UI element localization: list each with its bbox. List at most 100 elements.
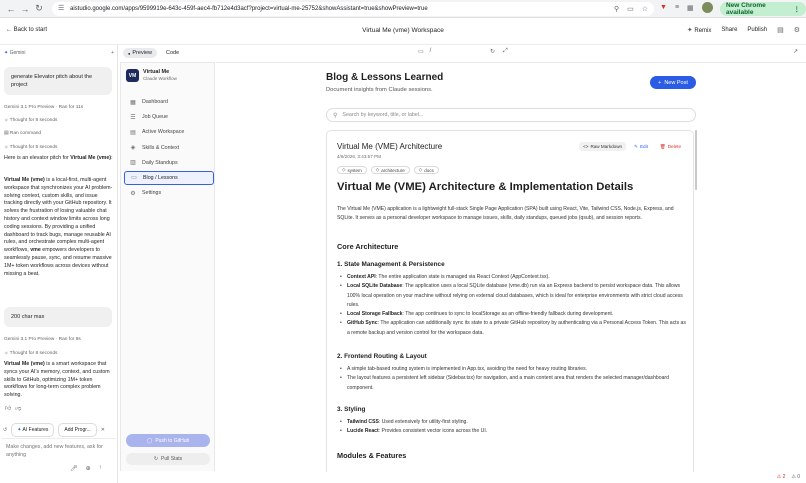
- composer-placeholder[interactable]: Make changes, add new features, ask for …: [6, 444, 106, 459]
- back-arrow-icon[interactable]: ←: [4, 2, 18, 16]
- reply1-body-text: is a local-first, multi-agent workspace …: [4, 177, 113, 254]
- publish-button[interactable]: Publish: [747, 27, 767, 33]
- sidebar-item-label: Daily Standups: [142, 159, 178, 166]
- list-item: Tailwind CSS: Used extensively for utili…: [337, 418, 689, 428]
- undo-icon[interactable]: ↺: [3, 427, 7, 433]
- error-count[interactable]: ⚠ 2: [777, 474, 786, 480]
- sidebar-item-job-queue[interactable]: ☰ Job Queue: [124, 110, 214, 124]
- refresh-preview-icon[interactable]: ↻: [490, 48, 495, 55]
- add-attachment-icon[interactable]: ⊕: [86, 465, 91, 472]
- assistant-reply-1-body: Virtual Me (vme) is a local-first, multi…: [4, 177, 114, 278]
- cast-icon[interactable]: ▭: [627, 5, 634, 13]
- browser-toolbar: ← → ↻ ☰ aistudio.google.com/apps/9599919…: [0, 0, 806, 18]
- ran-command-line[interactable]: ▤ Ran command: [4, 131, 41, 136]
- list-item-key: Context API: [347, 274, 376, 280]
- warning-count[interactable]: ⚠ 0: [791, 474, 800, 480]
- studio-header: ← Back to start Virtual Me (vme) Workspa…: [0, 18, 806, 45]
- edit-button[interactable]: ✎ Edit: [630, 142, 652, 151]
- settings-gear-icon[interactable]: ⚙: [794, 26, 800, 34]
- sidebar-item-blog-lessons[interactable]: ▭ Blog / Lessons: [124, 170, 214, 185]
- remix-button[interactable]: ✦ Remix: [687, 26, 712, 34]
- chip-ai-features[interactable]: ✦ AI Features: [11, 423, 55, 437]
- sidebar-item-skills-context[interactable]: ◈ Skills & Context: [124, 141, 214, 155]
- thumbs-up-icon[interactable]: 👍︎: [5, 404, 11, 412]
- tag-icon: ◇: [375, 167, 380, 172]
- reply1-body-product: Virtual Me (vme): [4, 177, 45, 183]
- new-post-button[interactable]: + New Post: [650, 76, 696, 89]
- meta1-model: Gemini 3.1 Pro Preview: [4, 105, 55, 110]
- thought2-text: Thought for 5 seconds: [9, 145, 58, 150]
- reply2-product: Virtual Me (vme): [4, 361, 45, 367]
- list-item: Local SQLite Database: The application u…: [337, 282, 689, 310]
- chat-composer[interactable]: Make changes, add new features, ask for …: [2, 438, 116, 478]
- calendar-icon: ▥: [130, 160, 136, 167]
- share-button[interactable]: Share: [721, 27, 737, 33]
- book-icon: ▭: [131, 175, 137, 182]
- thought-line-2[interactable]: ☼ Thought for 5 seconds: [4, 145, 57, 150]
- meta2-run: Ran for 8s: [58, 337, 81, 342]
- forward-arrow-icon[interactable]: →: [18, 2, 32, 16]
- sidebar-nav: ▦ Dashboard ☰ Job Queue ▤ Active Workspace ◈ Sk…: [124, 95, 214, 201]
- chrome-update-button[interactable]: New Chrome available ⋮: [720, 2, 806, 16]
- assistant-reply-2: Virtual Me (vme) is a smart workspace th…: [4, 361, 114, 400]
- sidebar-item-daily-standups[interactable]: ▥ Daily Standups: [124, 156, 214, 170]
- tab-code[interactable]: Code: [161, 48, 184, 58]
- profile-avatar[interactable]: [701, 2, 713, 13]
- sidebar-item-label: Job Queue: [142, 114, 168, 121]
- run-meta-2: Gemini 3.1 Pro Preview · Ran for 8s: [4, 337, 81, 342]
- code-icon: <>: [583, 144, 589, 149]
- microphone-icon[interactable]: 🎤︎: [70, 465, 78, 472]
- site-settings-icon[interactable]: ☰: [58, 5, 66, 13]
- list-item-key: GitHub Sync: [347, 320, 378, 327]
- pull-stats-button[interactable]: ↻ Pull Stats: [126, 453, 210, 465]
- tag-list: ◇ system ◇ architecture ◇ docs: [337, 166, 439, 174]
- run-meta-1: Gemini 3.1 Pro Preview · Ran for 11s: [4, 105, 84, 110]
- tag-badge[interactable]: ◇ system: [337, 166, 367, 174]
- reply1-product: Virtual Me (vme): [70, 155, 112, 161]
- deploy-icon[interactable]: ▤: [777, 26, 784, 34]
- sidebar-item-label: Settings: [142, 190, 162, 197]
- list-item-text: : Provides consistent vector icons acros…: [378, 428, 488, 435]
- raw-markdown-button[interactable]: <> Raw Markdown: [579, 142, 627, 151]
- close-icon[interactable]: ✕: [101, 427, 105, 433]
- sidebar-item-settings[interactable]: ⚙ Settings: [124, 186, 214, 200]
- search-icon: ⚲: [333, 112, 338, 119]
- article-scrollbar[interactable]: [695, 130, 697, 190]
- chip-add-program[interactable]: Add Progr...: [58, 423, 97, 437]
- preview-path[interactable]: /: [430, 48, 432, 55]
- reply1-body-vme: vme: [30, 247, 41, 254]
- send-arrow-icon[interactable]: ↑: [99, 465, 102, 472]
- fullscreen-icon[interactable]: ⤢: [503, 48, 508, 55]
- sidebar-item-active-workspace[interactable]: ▤ Active Workspace: [124, 125, 214, 139]
- thumbs-down-icon[interactable]: 👎︎: [15, 404, 21, 412]
- menu-lines-icon[interactable]: ≡: [675, 4, 679, 11]
- zoom-icon[interactable]: ⚲: [614, 5, 619, 13]
- user-prompt-2: 200 char max: [4, 307, 112, 327]
- sidebar-item-label: Skills & Context: [142, 144, 180, 151]
- new-chat-icon[interactable]: +: [111, 50, 114, 56]
- device-frame-icon[interactable]: ▭: [418, 48, 424, 55]
- push-to-github-button[interactable]: ◯ Push to GitHub: [126, 434, 210, 447]
- extensions-puzzle-icon[interactable]: ▦: [687, 4, 694, 12]
- section-3-list: Tailwind CSS: Used extensively for utili…: [337, 418, 689, 437]
- extension-icon[interactable]: ▼: [660, 4, 667, 11]
- thought-line-1[interactable]: ☼ Thought for 8 seconds: [4, 118, 57, 123]
- delete-button[interactable]: 🗑︎ Delete: [656, 142, 685, 151]
- gemini-spark-icon: ✦: [4, 50, 9, 56]
- bookmark-star-icon[interactable]: ☆: [642, 5, 648, 13]
- tab-preview[interactable]: ● Preview: [123, 48, 157, 58]
- search-input[interactable]: ⚲ Search by keyword, title, or label...: [326, 108, 696, 122]
- open-new-window-icon[interactable]: ↗: [793, 48, 798, 55]
- chrome-update-label: New Chrome available: [726, 2, 766, 16]
- tag-badge[interactable]: ◇ docs: [413, 166, 439, 174]
- article-heading: Virtual Me (VME) Architecture & Implemen…: [337, 181, 634, 193]
- thought-line-3[interactable]: ☼ Thought for 8 seconds: [4, 351, 57, 356]
- github-icon: ◯: [146, 437, 153, 444]
- tag-badge[interactable]: ◇ architecture: [370, 166, 410, 174]
- list-item-text: The layout features a persistent left si…: [347, 375, 669, 391]
- sidebar-item-dashboard[interactable]: ▦ Dashboard: [124, 95, 214, 109]
- gemini-label: ✦ Gemini: [4, 50, 25, 56]
- reload-icon[interactable]: ↻: [32, 2, 46, 16]
- status-bar: ⚠ 2 ⚠ 0: [777, 474, 800, 480]
- address-bar[interactable]: ☰ aistudio.google.com/apps/9599919e-643c…: [52, 2, 654, 16]
